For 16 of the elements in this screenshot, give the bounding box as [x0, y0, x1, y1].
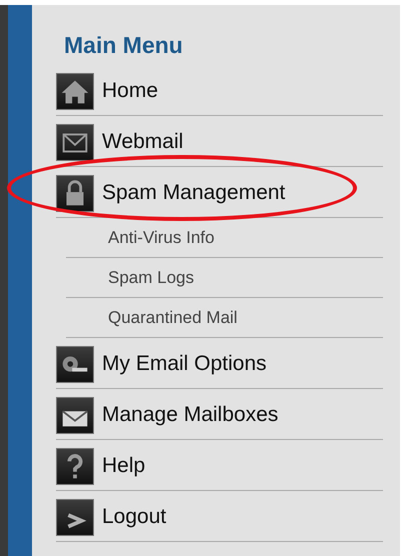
- home-icon: [56, 72, 94, 110]
- menu-item[interactable]: Spam Management: [102, 181, 286, 205]
- menu-item[interactable]: Manage Mailboxes: [102, 403, 278, 427]
- menu-item[interactable]: Logout: [102, 505, 166, 529]
- menu-item[interactable]: Help: [102, 454, 146, 478]
- menu-item[interactable]: Webmail: [102, 130, 184, 154]
- question-icon: [56, 448, 94, 484]
- menu-title: Main Menu: [64, 32, 184, 59]
- submenu-item[interactable]: Anti-Virus Info: [108, 228, 214, 248]
- menu-item[interactable]: Home: [102, 79, 158, 103]
- menu-item[interactable]: My Email Options: [102, 352, 267, 376]
- submenu-item[interactable]: Spam Logs: [108, 268, 194, 288]
- mail-icon: [56, 124, 94, 160]
- lock-icon: [56, 174, 94, 212]
- submenu-item[interactable]: Quarantined Mail: [108, 308, 238, 328]
- envelope-icon: [56, 396, 94, 434]
